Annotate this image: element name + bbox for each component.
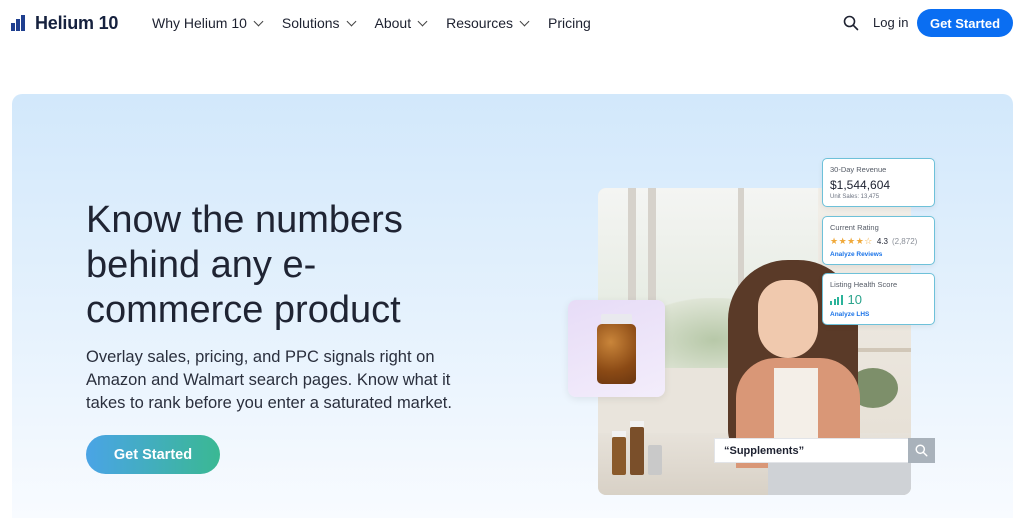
chevron-down-icon: [346, 16, 356, 26]
listing-health-value: 10: [847, 292, 862, 307]
hero-headline: Know the numbers behind any e-commerce p…: [86, 199, 403, 331]
rating-value: 4.3: [876, 237, 888, 246]
chevron-down-icon: [519, 16, 530, 26]
logo-text: Helium 10: [35, 12, 119, 33]
menu-item-solutions[interactable]: Solutions: [281, 14, 356, 32]
main-menu: Why Helium 10 Solutions About Resources …: [152, 14, 611, 32]
search-submit-button[interactable]: [908, 438, 935, 463]
rating-count: (2,872): [891, 237, 918, 246]
analyze-reviews-link[interactable]: Analyze Reviews: [830, 251, 927, 258]
search-query-text: “Supplements”: [724, 444, 805, 457]
logo-mark-icon: [11, 15, 29, 31]
menu-item-label: Why Helium 10: [152, 15, 247, 31]
menu-item-why-helium-10[interactable]: Why Helium 10: [152, 14, 264, 32]
signal-bars-icon: [830, 294, 843, 305]
search-icon: [915, 444, 928, 457]
revenue-card-title: 30-Day Revenue: [830, 165, 887, 174]
listing-health-title: Listing Health Score: [830, 280, 898, 289]
hero-get-started-button[interactable]: Get Started: [86, 435, 220, 474]
menu-item-label: Resources: [446, 15, 514, 31]
revenue-value: $1,544,604: [830, 178, 891, 192]
menu-item-label: About: [374, 15, 412, 31]
analyze-lhs-link[interactable]: Analyze LHS: [830, 311, 927, 318]
hero-section: Know the numbers behind any e-commerce p…: [12, 94, 1013, 518]
star-rating-icon: ★★★★☆: [830, 236, 873, 246]
rating-card: Current Rating ★★★★☆ 4.3 (2,872) Analyze…: [822, 216, 935, 265]
get-started-button[interactable]: Get Started: [917, 9, 1013, 37]
hero-subtext: Overlay sales, pricing, and PPC signals …: [86, 348, 452, 412]
menu-item-resources[interactable]: Resources: [446, 14, 530, 32]
product-image: [568, 300, 665, 397]
rating-card-title: Current Rating: [830, 223, 879, 232]
search-icon[interactable]: [843, 15, 859, 31]
menu-item-label: Pricing: [548, 15, 591, 31]
menu-item-about[interactable]: About: [374, 14, 428, 32]
menu-item-label: Solutions: [281, 15, 340, 31]
listing-health-card: Listing Health Score 10 Analyze LHS: [822, 273, 935, 325]
supplement-bottle-icon: [597, 324, 636, 384]
top-navigation: Helium 10 Why Helium 10 Solutions About …: [0, 0, 1024, 46]
search-query-box[interactable]: “Supplements”: [714, 438, 909, 463]
menu-item-pricing[interactable]: Pricing: [548, 14, 591, 32]
revenue-card: 30-Day Revenue $1,544,604 Unit Sales: 13…: [822, 158, 935, 207]
chevron-down-icon: [417, 16, 428, 26]
login-link[interactable]: Log in: [873, 15, 908, 30]
unit-sales: Unit Sales: 13,475: [830, 194, 880, 200]
chevron-down-icon: [253, 16, 264, 26]
logo[interactable]: Helium 10: [11, 12, 118, 34]
